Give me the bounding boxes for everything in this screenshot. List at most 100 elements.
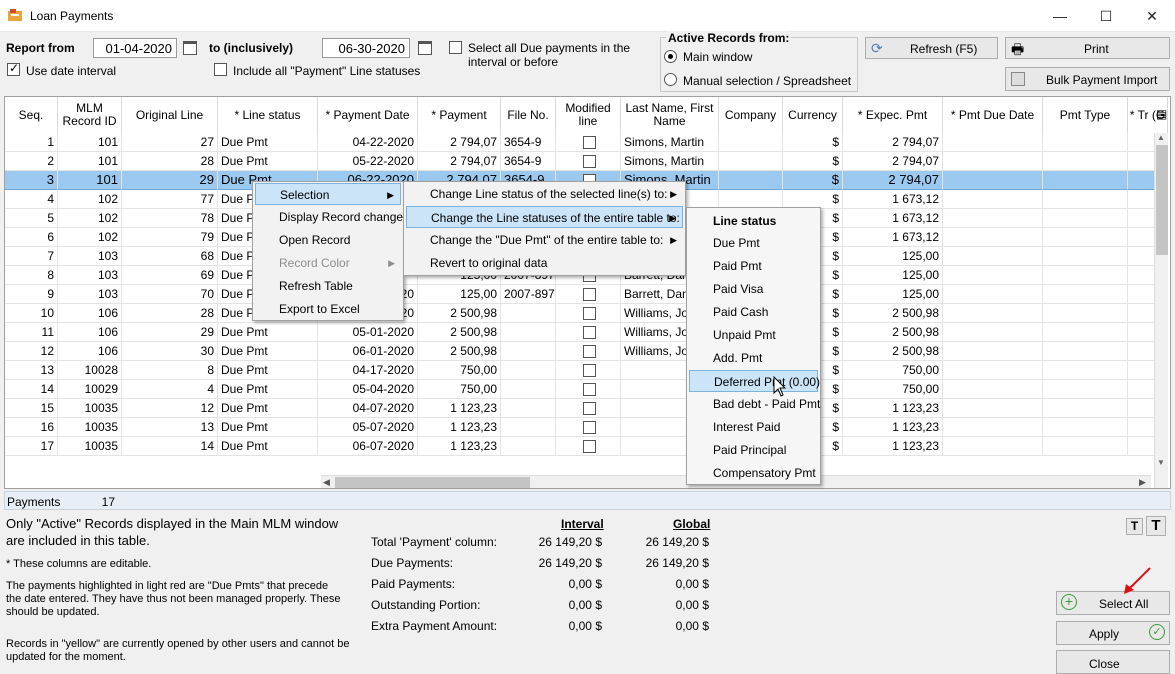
modified-line-cell[interactable] xyxy=(556,399,621,418)
modified-line-checkbox[interactable] xyxy=(583,421,596,434)
cell-expec[interactable]: 1 123,23 xyxy=(843,437,943,456)
cell-seq[interactable]: 14 xyxy=(5,380,58,399)
cell-due[interactable] xyxy=(943,399,1043,418)
cell-status[interactable]: Due Pmt xyxy=(218,437,318,456)
cell-name[interactable]: Simons, Martin xyxy=(621,133,719,152)
column-header-currency[interactable]: Currency xyxy=(783,97,843,133)
cell-expec[interactable]: 125,00 xyxy=(843,266,943,285)
cell-due[interactable] xyxy=(943,285,1043,304)
scroll-thumb[interactable] xyxy=(1156,145,1168,255)
submenu-item[interactable]: Change the Line statuses of the entire t… xyxy=(406,206,683,228)
cell-status[interactable]: Due Pmt xyxy=(218,361,318,380)
table-row[interactable]: 1 101 27 Due Pmt 04-22-2020 2 794,07 3654-9 Sim… xyxy=(5,133,1168,152)
line-status-option[interactable]: Paid Visa xyxy=(689,278,818,300)
font-small-button[interactable]: T xyxy=(1126,518,1143,535)
scroll-up-icon[interactable]: ▲ xyxy=(1157,133,1165,142)
main-window-radio[interactable] xyxy=(664,50,677,63)
cell-due[interactable] xyxy=(943,133,1043,152)
cell-expec[interactable]: 2 500,98 xyxy=(843,342,943,361)
submenu-item[interactable]: Revert to original data xyxy=(406,252,683,274)
cell-expec[interactable]: 1 123,23 xyxy=(843,399,943,418)
column-header-orig[interactable]: Original Line xyxy=(122,97,218,133)
cell-ptype[interactable] xyxy=(1043,247,1128,266)
cell-ptype[interactable] xyxy=(1043,171,1128,190)
cell-file[interactable] xyxy=(501,418,556,437)
table-row[interactable]: 13 10028 8 Due Pmt 04-17-2020 750,00 $750,00 xyxy=(5,361,1168,380)
cell-seq[interactable]: 4 xyxy=(5,190,58,209)
cell-orig[interactable]: 12 xyxy=(122,399,218,418)
cell-seq[interactable]: 5 xyxy=(5,209,58,228)
cell-expec[interactable]: 2 794,07 xyxy=(843,152,943,171)
cell-expec[interactable]: 2 794,07 xyxy=(843,133,943,152)
cell-orig[interactable]: 77 xyxy=(122,190,218,209)
column-header-mlm[interactable]: MLM Record ID xyxy=(58,97,122,133)
cell-ptype[interactable] xyxy=(1043,152,1128,171)
cell-ptype[interactable] xyxy=(1043,380,1128,399)
modified-line-cell[interactable] xyxy=(556,437,621,456)
cell-file[interactable] xyxy=(501,361,556,380)
cell-seq[interactable]: 2 xyxy=(5,152,58,171)
cell-orig[interactable]: 68 xyxy=(122,247,218,266)
date-to-input[interactable]: 06-30-2020 xyxy=(322,38,410,58)
cell-seq[interactable]: 8 xyxy=(5,266,58,285)
context-menu-item[interactable]: Selection ▶ xyxy=(255,183,401,205)
cell-company[interactable] xyxy=(719,133,783,152)
modified-line-checkbox[interactable] xyxy=(583,155,596,168)
column-header-company[interactable]: Company xyxy=(719,97,783,133)
modified-line-checkbox[interactable] xyxy=(583,326,596,339)
cell-pdate[interactable]: 04-07-2020 xyxy=(318,399,418,418)
cell-seq[interactable]: 1 xyxy=(5,133,58,152)
cell-file[interactable] xyxy=(501,304,556,323)
cell-due[interactable] xyxy=(943,209,1043,228)
line-status-option[interactable]: Add. Pmt xyxy=(689,347,818,369)
payments-table[interactable]: Seq. MLM Record ID Original Line * Line sta… xyxy=(4,96,1171,489)
cell-expec[interactable]: 2 794,07 xyxy=(843,171,943,190)
cell-orig[interactable]: 27 xyxy=(122,133,218,152)
cell-expec[interactable]: 1 673,12 xyxy=(843,228,943,247)
cell-pdate[interactable]: 04-17-2020 xyxy=(318,361,418,380)
modified-line-checkbox[interactable] xyxy=(583,345,596,358)
modified-line-cell[interactable] xyxy=(556,152,621,171)
cell-payment[interactable]: 2 500,98 xyxy=(418,342,501,361)
cell-due[interactable] xyxy=(943,266,1043,285)
cell-orig[interactable]: 28 xyxy=(122,304,218,323)
modified-line-checkbox[interactable] xyxy=(583,440,596,453)
cell-mlm[interactable]: 101 xyxy=(58,171,122,190)
cell-mlm[interactable]: 10029 xyxy=(58,380,122,399)
cell-pdate[interactable]: 05-01-2020 xyxy=(318,323,418,342)
cell-mlm[interactable]: 101 xyxy=(58,152,122,171)
cell-due[interactable] xyxy=(943,304,1043,323)
context-menu-item[interactable]: Refresh Table xyxy=(255,275,401,297)
cell-ptype[interactable] xyxy=(1043,285,1128,304)
date-from-input[interactable]: 01-04-2020 xyxy=(93,38,177,58)
cell-file[interactable] xyxy=(501,342,556,361)
line-status-option[interactable]: Bad debt - Paid Pmt xyxy=(689,393,820,415)
line-status-option[interactable]: Interest Paid xyxy=(689,416,818,438)
cell-currency[interactable]: $ xyxy=(783,171,843,190)
cell-payment[interactable]: 2 500,98 xyxy=(418,323,501,342)
line-status-option[interactable]: Paid Cash xyxy=(689,301,818,323)
cell-expec[interactable]: 125,00 xyxy=(843,285,943,304)
cell-payment[interactable]: 1 123,23 xyxy=(418,437,501,456)
cell-mlm[interactable]: 106 xyxy=(58,342,122,361)
cell-status[interactable]: Due Pmt xyxy=(218,323,318,342)
modified-line-cell[interactable] xyxy=(556,304,621,323)
cell-seq[interactable]: 15 xyxy=(5,399,58,418)
column-header-status[interactable]: * Line status xyxy=(218,97,318,133)
modified-line-checkbox[interactable] xyxy=(583,364,596,377)
cell-orig[interactable]: 69 xyxy=(122,266,218,285)
bulk-import-button[interactable]: Bulk Payment Import xyxy=(1005,67,1170,91)
minimize-button[interactable]: — xyxy=(1037,0,1083,32)
line-status-option[interactable]: Deferred Pmt (0.00) xyxy=(689,370,820,392)
cell-payment[interactable]: 125,00 xyxy=(418,285,501,304)
column-header-file[interactable]: File No. xyxy=(501,97,556,133)
cell-expec[interactable]: 750,00 xyxy=(843,361,943,380)
cell-orig[interactable]: 29 xyxy=(122,323,218,342)
cell-due[interactable] xyxy=(943,152,1043,171)
table-row[interactable]: 2 101 28 Due Pmt 05-22-2020 2 794,07 3654-9 Sim… xyxy=(5,152,1168,171)
table-row[interactable]: 1010628Due Pmt04-01-20202 500,98Williams… xyxy=(5,304,1168,323)
column-header-expec[interactable]: * Expec. Pmt xyxy=(843,97,943,133)
context-menu-item[interactable]: Open Record xyxy=(255,229,401,251)
modified-line-cell[interactable] xyxy=(556,323,621,342)
include-all-statuses-checkbox[interactable] xyxy=(214,63,227,76)
